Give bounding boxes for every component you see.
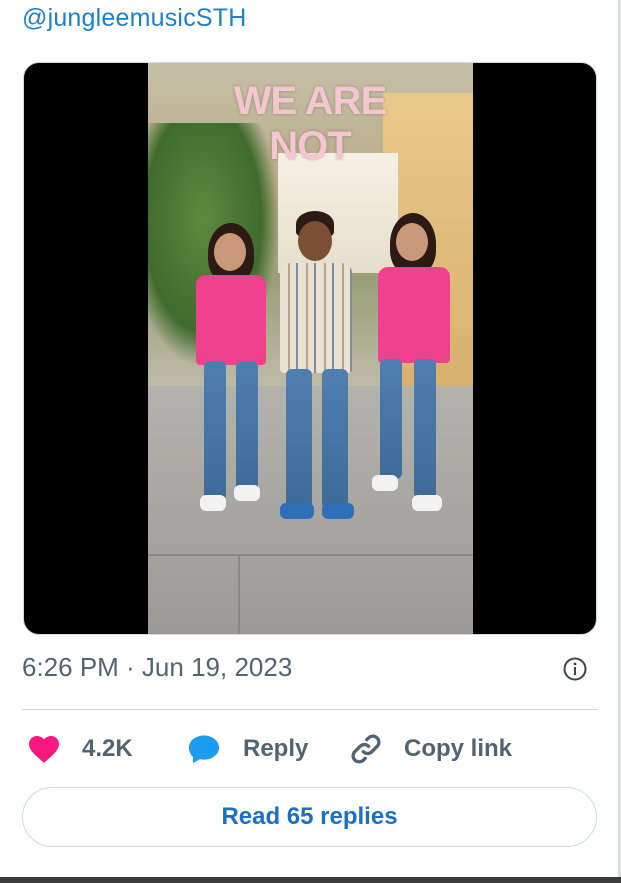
copy-link-label: Copy link — [404, 735, 513, 762]
like-count: 4.2K — [82, 735, 133, 762]
author-handle-link[interactable]: @jungleemusicSTH — [22, 4, 247, 33]
video-person-left — [186, 223, 276, 513]
tweet-timestamp[interactable]: 6:26 PM · Jun 19, 2023 — [22, 652, 292, 683]
heart-icon — [26, 731, 62, 767]
tweet-video[interactable]: WE ARE NOT — [23, 62, 597, 635]
read-replies-button[interactable]: Read 65 replies — [22, 787, 597, 847]
like-button[interactable]: 4.2K — [26, 727, 133, 771]
divider — [22, 709, 598, 710]
video-scene-pavement-line — [148, 554, 473, 556]
frame-bottom-edge — [0, 877, 621, 883]
copy-link-button[interactable]: Copy link — [348, 727, 512, 771]
video-person-right — [356, 213, 456, 513]
chain-link-icon — [348, 731, 384, 767]
video-person-center — [266, 211, 366, 521]
video-scene-pavement-line — [238, 556, 240, 634]
info-icon[interactable] — [563, 657, 587, 681]
video-frame: WE ARE NOT — [148, 63, 473, 634]
speech-bubble-icon — [185, 730, 223, 768]
reply-button[interactable]: Reply — [185, 727, 308, 771]
reply-label: Reply — [243, 735, 309, 762]
video-overlay-text: WE ARE NOT — [233, 79, 388, 168]
